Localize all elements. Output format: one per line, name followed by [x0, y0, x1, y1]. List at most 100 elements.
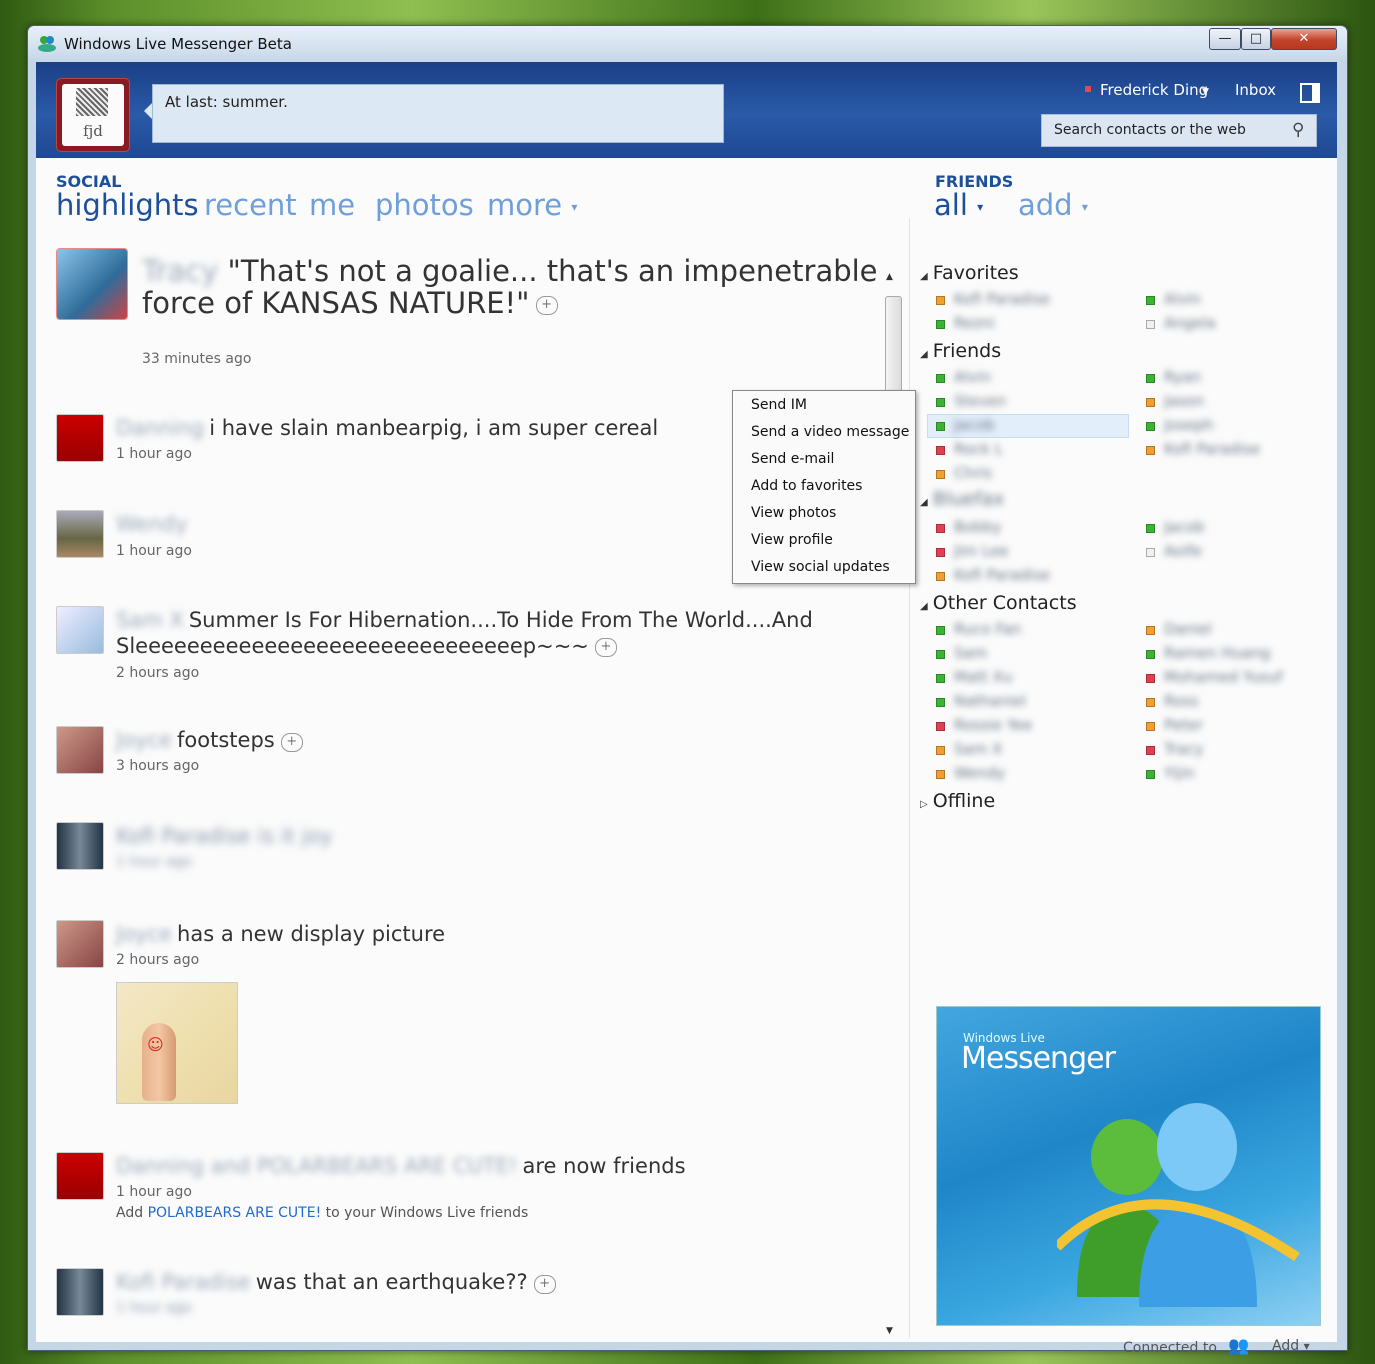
maximize-button[interactable]: □: [1241, 28, 1271, 50]
away-status-icon: [1146, 446, 1155, 455]
feed-text: footsteps: [177, 728, 275, 752]
minimize-button[interactable]: —: [1209, 28, 1241, 50]
contact-name[interactable]: Jacob: [954, 416, 995, 434]
list-item: Wendy: [116, 512, 188, 536]
inbox-link[interactable]: Inbox: [1235, 81, 1276, 99]
user-name-menu[interactable]: Frederick Ding: [1100, 81, 1208, 99]
group-friends[interactable]: ◢ Friends: [920, 340, 1001, 362]
contact-name[interactable]: Jason: [1164, 392, 1204, 410]
contacts-icon[interactable]: 👥: [1228, 1336, 1249, 1356]
messenger-ad-banner[interactable]: Windows Live Messenger: [936, 1006, 1321, 1326]
menu-item-view-photos[interactable]: View photos: [751, 505, 836, 521]
avatar[interactable]: [56, 822, 104, 870]
avatar[interactable]: [56, 920, 104, 968]
avatar[interactable]: [56, 510, 104, 558]
display-picture-thumbnail[interactable]: ☺: [116, 982, 238, 1104]
contact-name[interactable]: Steven: [954, 392, 1006, 410]
tab-all[interactable]: all ▾: [934, 188, 983, 222]
contact-name[interactable]: Bobby: [954, 518, 1001, 536]
contact-name[interactable]: Mohamed Yusuf: [1164, 668, 1283, 686]
chevron-down-icon[interactable]: ▼: [1202, 87, 1209, 97]
tab-recent[interactable]: recent: [204, 188, 297, 222]
contact-name[interactable]: Kofi Paradise: [116, 1270, 251, 1294]
contact-name[interactable]: Nathaniel: [954, 692, 1026, 710]
avatar[interactable]: [56, 248, 128, 320]
contact-name[interactable]: Angela: [1164, 314, 1216, 332]
contact-name[interactable]: Alvin: [1164, 290, 1201, 308]
contact-name[interactable]: Alvin: [954, 368, 991, 386]
menu-item-send-video-message[interactable]: Send a video message: [751, 424, 909, 440]
contact-name[interactable]: Tracy: [142, 254, 218, 288]
personal-message-box[interactable]: At last: summer.: [152, 84, 724, 143]
contact-name[interactable]: Rock L: [954, 440, 1003, 458]
contact-name[interactable]: Sam X: [116, 608, 184, 632]
contact-name[interactable]: Ramen Huang: [1164, 644, 1270, 662]
contact-name[interactable]: Joyce: [116, 728, 172, 752]
contact-name[interactable]: Jacob: [1164, 518, 1205, 536]
contact-name[interactable]: Daniel: [1164, 620, 1212, 638]
layout-toggle-icon[interactable]: [1300, 83, 1320, 103]
avatar[interactable]: [56, 726, 104, 774]
avatar[interactable]: [56, 606, 104, 654]
contact-name[interactable]: Kofi Paradise: [116, 824, 251, 848]
contact-name[interactable]: Wendy: [116, 512, 188, 536]
contact-name[interactable]: Sam X: [954, 740, 1002, 758]
title-bar[interactable]: Windows Live Messenger Beta — □ ✕: [28, 26, 1347, 59]
contact-name[interactable]: Rossie Yee: [954, 716, 1032, 734]
menu-item-view-social-updates[interactable]: View social updates: [751, 559, 890, 575]
timestamp: 1 hour ago: [116, 854, 192, 870]
menu-item-add-to-favorites[interactable]: Add to favorites: [751, 478, 862, 494]
group-other-contacts[interactable]: ◢ Other Contacts: [920, 592, 1077, 614]
avatar[interactable]: [56, 1152, 104, 1200]
comment-icon[interactable]: +: [535, 295, 558, 315]
contact-name[interactable]: Aoife: [1164, 542, 1202, 560]
contact-name[interactable]: Kofi Paradise: [954, 566, 1050, 584]
contact-name[interactable]: Danning: [116, 416, 204, 440]
comment-icon[interactable]: +: [594, 637, 617, 657]
avatar[interactable]: fjd: [56, 78, 130, 152]
footer-add-button[interactable]: Add ▾: [1272, 1338, 1310, 1354]
contact-name[interactable]: Chris: [954, 464, 992, 482]
add-friend-link[interactable]: POLARBEARS ARE CUTE!: [148, 1205, 322, 1221]
contact-name[interactable]: Danning and POLARBEARS ARE CUTE!: [116, 1154, 517, 1178]
menu-item-view-profile[interactable]: View profile: [751, 532, 833, 548]
contact-name[interactable]: Yijin: [1164, 764, 1195, 782]
scroll-up-arrow-icon[interactable]: ▲: [886, 272, 893, 282]
group-offline[interactable]: ▷ Offline: [920, 790, 995, 812]
search-icon[interactable]: ⚲: [1292, 120, 1304, 140]
contact-name[interactable]: Jim Lee: [954, 542, 1009, 560]
contact-name[interactable]: Joyce: [116, 922, 172, 946]
contact-name[interactable]: Ross: [1164, 692, 1199, 710]
menu-item-send-email[interactable]: Send e-mail: [751, 451, 834, 467]
tab-me[interactable]: me: [309, 188, 355, 222]
menu-item-send-im[interactable]: Send IM: [751, 397, 807, 413]
contact-name[interactable]: Peter: [1164, 716, 1203, 734]
contact-name[interactable]: Ruco Fan: [954, 620, 1021, 638]
close-button[interactable]: ✕: [1271, 28, 1337, 50]
scroll-down-arrow-icon[interactable]: ▼: [886, 1326, 893, 1336]
contact-name[interactable]: Joseph: [1164, 416, 1214, 434]
comment-icon[interactable]: +: [533, 1275, 556, 1294]
contact-name[interactable]: Sam: [954, 644, 987, 662]
contact-name[interactable]: Wendy: [954, 764, 1005, 782]
contact-name[interactable]: Tracy: [1164, 740, 1203, 758]
tab-more[interactable]: more ▾: [487, 188, 577, 222]
avatar[interactable]: [56, 414, 104, 462]
tab-photos[interactable]: photos: [375, 188, 474, 222]
online-status-icon: [936, 698, 945, 707]
tab-add[interactable]: add ▾: [1018, 188, 1088, 222]
contact-name[interactable]: Matt Xu: [954, 668, 1012, 686]
avatar[interactable]: [56, 1268, 104, 1316]
contact-name[interactable]: Kofi Paradise: [954, 290, 1050, 308]
timestamp: 2 hours ago: [116, 665, 200, 681]
feed-text: has a new display picture: [177, 922, 446, 946]
group-bluefax[interactable]: ◢ Bluefax: [920, 488, 1004, 510]
group-favorites[interactable]: ◢ Favorites: [920, 262, 1019, 284]
contact-name[interactable]: Ryan: [1164, 368, 1201, 386]
tab-highlights[interactable]: highlights: [56, 188, 199, 222]
contact-name[interactable]: Rezni: [954, 314, 995, 332]
search-input[interactable]: Search contacts or the web ⚲: [1041, 114, 1317, 147]
busy-status-icon: [936, 548, 945, 557]
contact-name[interactable]: Kofi Paradise: [1164, 440, 1260, 458]
comment-icon[interactable]: +: [280, 733, 303, 752]
